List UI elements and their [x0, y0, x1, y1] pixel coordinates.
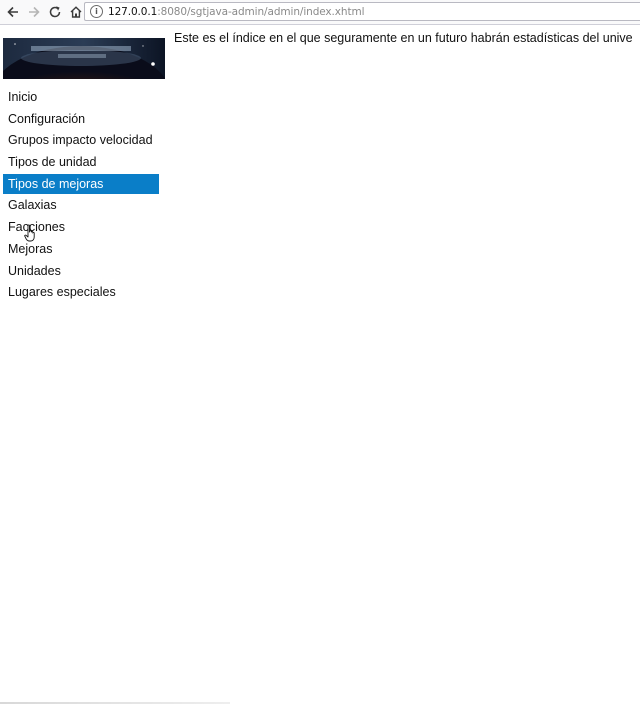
home-button[interactable]	[67, 3, 85, 21]
sidebar-item-lugares-especiales[interactable]: Lugares especiales	[3, 282, 159, 302]
sidebar-item-grupos-impacto-velocidad[interactable]: Grupos impacto velocidad	[3, 130, 159, 150]
url-host: 127.0.0.1	[108, 5, 158, 18]
sidebar-menu: Inicio Configuración Grupos impacto velo…	[3, 87, 159, 304]
intro-text: Este es el índice en el que seguramente …	[174, 31, 633, 45]
reload-icon	[49, 6, 61, 18]
forward-arrow-icon	[29, 6, 40, 18]
forward-button[interactable]	[25, 3, 43, 21]
page-content: Inicio Configuración Grupos impacto velo…	[0, 25, 640, 704]
hand-pointer-icon	[24, 224, 35, 242]
sidebar-item-configuracion[interactable]: Configuración	[3, 109, 159, 129]
sidebar-item-galaxias[interactable]: Galaxias	[3, 195, 159, 215]
sidebar-item-tipos-de-unidad[interactable]: Tipos de unidad	[3, 152, 159, 172]
info-icon[interactable]: i	[90, 5, 103, 18]
back-button[interactable]	[4, 3, 22, 21]
url-text: 127.0.0.1:8080/sgtjava-admin/admin/index…	[108, 5, 365, 18]
sidebar-item-inicio[interactable]: Inicio	[3, 87, 159, 107]
url-path: :8080/sgtjava-admin/admin/index.xhtml	[157, 5, 365, 18]
site-logo-banner	[3, 38, 165, 79]
reload-button[interactable]	[46, 3, 64, 21]
back-arrow-icon	[7, 6, 18, 18]
sidebar-item-tipos-de-mejoras[interactable]: Tipos de mejoras	[3, 173, 159, 194]
home-icon	[70, 6, 82, 18]
sidebar-item-unidades[interactable]: Unidades	[3, 261, 159, 281]
banner-image	[3, 38, 165, 79]
browser-toolbar: i 127.0.0.1:8080/sgtjava-admin/admin/ind…	[0, 0, 640, 25]
address-bar[interactable]: i 127.0.0.1:8080/sgtjava-admin/admin/ind…	[84, 2, 640, 21]
